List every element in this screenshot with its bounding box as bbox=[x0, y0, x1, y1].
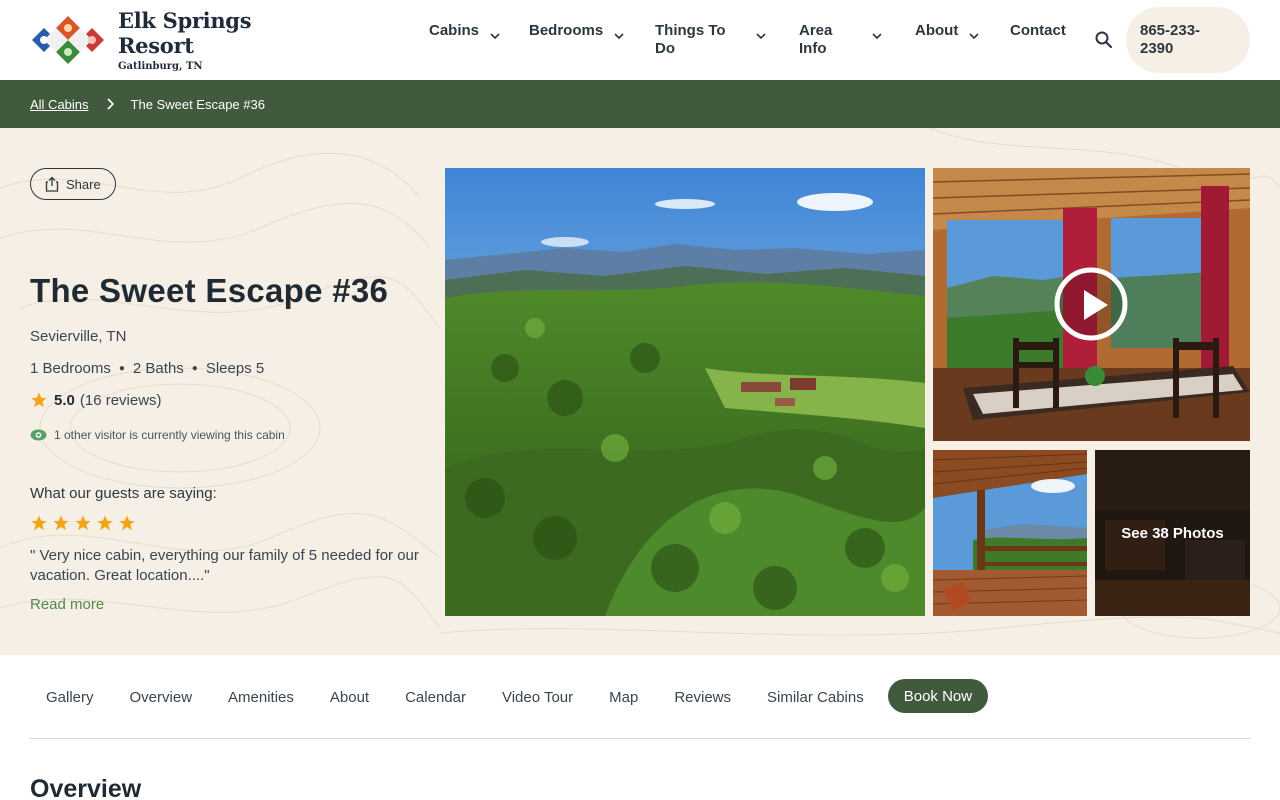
nav-label: Area Info bbox=[799, 22, 833, 57]
testimonial-heading: What our guests are saying: bbox=[30, 485, 217, 502]
tab-reviews[interactable]: Reviews bbox=[658, 679, 751, 715]
cabin-location: Sevierville, TN bbox=[30, 328, 127, 345]
chevron-down-icon bbox=[872, 33, 882, 40]
breadcrumb: All Cabins The Sweet Escape #36 bbox=[0, 80, 1280, 128]
sleeps-count: Sleeps 5 bbox=[205, 360, 265, 377]
chevron-down-icon bbox=[756, 33, 766, 40]
share-button[interactable]: Share bbox=[30, 168, 116, 200]
star-icon bbox=[97, 515, 113, 531]
read-more-link[interactable]: Read more bbox=[30, 596, 104, 613]
share-icon bbox=[45, 176, 59, 192]
nav-label: Contact bbox=[1010, 22, 1066, 39]
chevron-right-icon bbox=[106, 98, 114, 110]
section-tabs: Gallery Overview Amenities About Calenda… bbox=[30, 679, 1250, 739]
tab-calendar[interactable]: Calendar bbox=[389, 679, 486, 715]
site-header: Elk Springs Resort Gatlinburg, TN Cabins… bbox=[0, 0, 1280, 80]
phone-button[interactable]: 865-233-2390 bbox=[1126, 7, 1250, 73]
see-photos-label: See 38 Photos bbox=[1121, 524, 1224, 542]
tab-map[interactable]: Map bbox=[593, 679, 658, 715]
review-count: (16 reviews) bbox=[79, 391, 162, 409]
tab-overview[interactable]: Overview bbox=[114, 679, 213, 715]
deck-gallery-photo[interactable] bbox=[933, 450, 1087, 616]
nav-about[interactable]: About bbox=[915, 22, 980, 42]
video-tour-thumbnail[interactable] bbox=[933, 168, 1250, 441]
mountain-view-image bbox=[445, 168, 925, 616]
search-icon[interactable] bbox=[1094, 30, 1114, 50]
testimonial-stars bbox=[30, 514, 136, 532]
nav-label: Things To Do bbox=[655, 22, 726, 57]
chevron-down-icon bbox=[490, 33, 500, 40]
bedrooms-count: 1 Bedrooms bbox=[30, 360, 111, 377]
chevron-down-icon bbox=[614, 33, 624, 40]
baths-count: 2 Baths bbox=[132, 360, 184, 377]
cabin-title: The Sweet Escape #36 bbox=[30, 272, 389, 309]
separator-dot: ● bbox=[191, 363, 198, 374]
nav-cabins[interactable]: Cabins bbox=[429, 22, 501, 42]
testimonial-quote: " Very nice cabin, everything our family… bbox=[30, 547, 419, 584]
main-gallery-photo[interactable] bbox=[445, 168, 925, 616]
eye-icon bbox=[30, 429, 47, 441]
phone-number: 865-233-2390 bbox=[1140, 22, 1201, 57]
nav-area-info[interactable]: Area Info bbox=[799, 22, 883, 58]
see-all-photos-tile[interactable]: See 38 Photos bbox=[1095, 450, 1250, 616]
nav-label: Cabins bbox=[429, 22, 480, 39]
nav-bedrooms[interactable]: Bedrooms bbox=[529, 22, 625, 42]
tab-video-tour[interactable]: Video Tour bbox=[486, 679, 593, 715]
rating-value: 5.0 bbox=[54, 391, 75, 409]
book-now-button[interactable]: Book Now bbox=[887, 679, 989, 713]
site-logo[interactable]: Elk Springs Resort Gatlinburg, TN bbox=[30, 8, 320, 72]
star-icon bbox=[75, 515, 91, 531]
deck-view-image bbox=[933, 450, 1087, 616]
share-label: Share bbox=[66, 176, 101, 192]
tab-similar-cabins[interactable]: Similar Cabins bbox=[751, 679, 884, 715]
rating-summary: 5.0 (16 reviews) bbox=[30, 391, 162, 409]
tab-gallery[interactable]: Gallery bbox=[30, 679, 114, 715]
star-icon bbox=[31, 392, 47, 408]
chevron-down-icon bbox=[969, 33, 979, 40]
nav-things-to-do[interactable]: Things To Do bbox=[655, 22, 767, 58]
nav-contact[interactable]: Contact bbox=[1010, 22, 1066, 40]
separator-dot: ● bbox=[118, 363, 125, 374]
breadcrumb-all-cabins[interactable]: All Cabins bbox=[30, 97, 89, 112]
listing-hero: Share The Sweet Escape #36 Sevierville, … bbox=[0, 128, 1280, 655]
star-icon bbox=[53, 515, 69, 531]
star-icon bbox=[119, 515, 135, 531]
nav-label: About bbox=[915, 22, 959, 39]
play-icon[interactable] bbox=[1057, 270, 1127, 340]
breadcrumb-current: The Sweet Escape #36 bbox=[130, 96, 265, 112]
visitor-notice-text: 1 other visitor is currently viewing thi… bbox=[54, 428, 285, 442]
logo-emblem bbox=[30, 14, 106, 66]
logo-tagline: Gatlinburg, TN bbox=[118, 61, 203, 72]
visitor-notice: 1 other visitor is currently viewing thi… bbox=[30, 428, 285, 442]
nav-label: Bedrooms bbox=[529, 22, 604, 39]
logo-title: Elk Springs Resort bbox=[118, 8, 252, 58]
cabin-specs: 1 Bedrooms ● 2 Baths ● Sleeps 5 bbox=[30, 360, 264, 377]
tab-amenities[interactable]: Amenities bbox=[212, 679, 314, 715]
tab-about[interactable]: About bbox=[314, 679, 389, 715]
overview-heading: Overview bbox=[30, 775, 142, 800]
star-icon bbox=[31, 515, 47, 531]
